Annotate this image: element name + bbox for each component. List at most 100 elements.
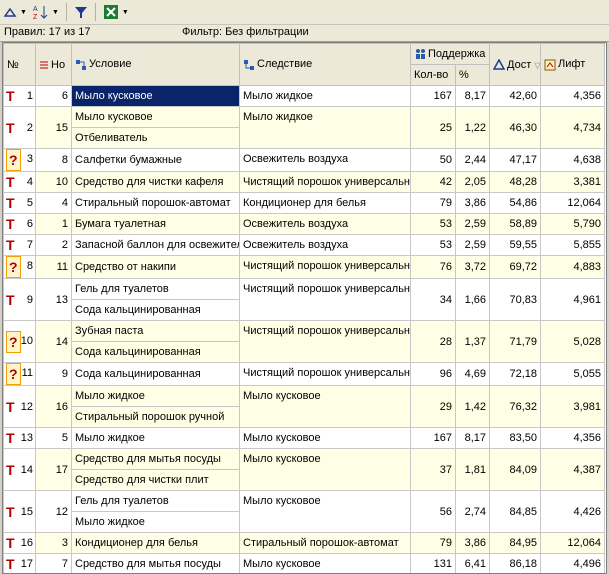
- row-number-cell[interactable]: T5: [3, 192, 36, 214]
- rule-number-cell[interactable]: 13: [35, 278, 72, 321]
- lift-cell[interactable]: 4,734: [540, 106, 606, 149]
- lift-cell[interactable]: 5,055: [540, 362, 606, 386]
- support-count-cell[interactable]: 42: [410, 171, 456, 193]
- row-number-cell[interactable]: T7: [3, 234, 36, 256]
- col-header-confidence[interactable]: Дост ▽: [489, 43, 542, 86]
- table-row[interactable]: T 9 13 Гель для туалетов Сода кальцинированн…: [3, 278, 606, 321]
- rule-number-cell[interactable]: 11: [35, 255, 72, 279]
- confidence-cell[interactable]: 83,50: [489, 427, 542, 449]
- table-row[interactable]: T 1 6 Мыло кусковое Мыло жидкое 167 8,17 42,60 4…: [3, 85, 606, 107]
- consequence-cell[interactable]: Чистящий порошок универсальн: [239, 320, 411, 363]
- confidence-cell[interactable]: 86,18: [489, 553, 542, 573]
- confidence-cell[interactable]: 70,83: [489, 278, 542, 321]
- row-number-cell[interactable]: T6: [3, 213, 36, 235]
- col-header-lift[interactable]: Лифт: [540, 43, 606, 86]
- row-number-cell[interactable]: ? 3: [3, 148, 36, 172]
- confidence-cell[interactable]: 42,60: [489, 85, 542, 107]
- export-excel-button[interactable]: ▼: [100, 2, 132, 22]
- consequence-cell[interactable]: Мыло кусковое: [239, 427, 411, 449]
- table-row[interactable]: T 2 15 Мыло кусковое Отбеливатель Мыло жидкое…: [3, 106, 606, 149]
- rule-number-cell[interactable]: 4: [35, 192, 72, 214]
- condition-cell[interactable]: Сода кальцинированная: [71, 362, 240, 386]
- support-count-cell[interactable]: 56: [410, 490, 456, 533]
- consequence-cell[interactable]: Мыло жидкое: [239, 106, 411, 149]
- lift-cell[interactable]: 4,426: [540, 490, 606, 533]
- support-percent-cell[interactable]: 1,66: [454, 278, 491, 321]
- confidence-cell[interactable]: 71,79: [489, 320, 542, 363]
- support-percent-cell[interactable]: 3,86: [454, 192, 491, 214]
- table-row[interactable]: T 7 2 Запасной баллон для освежител Освежите…: [3, 234, 606, 256]
- support-percent-cell[interactable]: 1,81: [454, 448, 491, 491]
- condition-cell[interactable]: Средство для мытья посуды: [71, 553, 240, 573]
- condition-cell[interactable]: Запасной баллон для освежител: [71, 234, 240, 256]
- support-count-cell[interactable]: 28: [410, 320, 456, 363]
- rule-number-cell[interactable]: 1: [35, 213, 72, 235]
- table-row[interactable]: T 14 17 Средство для мытья посуды Средство д…: [3, 448, 606, 491]
- condition-cell[interactable]: Средство от накипи: [71, 255, 240, 279]
- support-percent-cell[interactable]: 3,86: [454, 532, 491, 554]
- table-row[interactable]: T 4 10 Средство для чистки кафеля Чистящий п…: [3, 171, 606, 193]
- support-count-cell[interactable]: 53: [410, 213, 456, 235]
- condition-cell[interactable]: Стиральный порошок-автомат: [71, 192, 240, 214]
- rule-number-cell[interactable]: 3: [35, 532, 72, 554]
- row-number-cell[interactable]: T 12: [3, 385, 36, 428]
- confidence-cell[interactable]: 48,28: [489, 171, 542, 193]
- support-percent-cell[interactable]: 2,44: [454, 148, 491, 172]
- col-header-count[interactable]: Кол-во: [410, 64, 456, 86]
- rule-number-cell[interactable]: 6: [35, 85, 72, 107]
- support-percent-cell[interactable]: 2,59: [454, 213, 491, 235]
- consequence-cell[interactable]: Мыло кусковое: [239, 385, 411, 428]
- support-count-cell[interactable]: 131: [410, 553, 456, 573]
- condition-cell[interactable]: Кондиционер для белья: [71, 532, 240, 554]
- lift-cell[interactable]: 4,387: [540, 448, 606, 491]
- rule-number-cell[interactable]: 12: [35, 490, 72, 533]
- row-number-cell[interactable]: T9: [3, 278, 36, 321]
- row-number-cell[interactable]: T2: [3, 106, 36, 149]
- support-percent-cell[interactable]: 8,17: [454, 427, 491, 449]
- table-row[interactable]: T 12 16 Мыло жидкое Стиральный порошок ручно…: [3, 385, 606, 428]
- lift-cell[interactable]: 4,356: [540, 427, 606, 449]
- consequence-cell[interactable]: Стиральный порошок-автомат: [239, 532, 411, 554]
- support-count-cell[interactable]: 29: [410, 385, 456, 428]
- row-number-cell[interactable]: T 15: [3, 490, 36, 533]
- confidence-cell[interactable]: 84,09: [489, 448, 542, 491]
- filter-button[interactable]: [71, 2, 91, 22]
- support-percent-cell[interactable]: 1,42: [454, 385, 491, 428]
- lift-cell[interactable]: 3,381: [540, 171, 606, 193]
- condition-cell[interactable]: Бумага туалетная: [71, 213, 240, 235]
- lift-cell[interactable]: 4,961: [540, 278, 606, 321]
- confidence-cell[interactable]: 46,30: [489, 106, 542, 149]
- table-row[interactable]: T 6 1 Бумага туалетная Освежитель воздуха 53 2…: [3, 213, 606, 235]
- table-row[interactable]: ? 8 11 Средство от накипи Чистящий порошок у…: [3, 255, 606, 279]
- support-percent-cell[interactable]: 8,17: [454, 85, 491, 107]
- consequence-cell[interactable]: Мыло жидкое: [239, 85, 411, 107]
- support-percent-cell[interactable]: 4,69: [454, 362, 491, 386]
- support-count-cell[interactable]: 167: [410, 427, 456, 449]
- confidence-cell[interactable]: 59,55: [489, 234, 542, 256]
- col-header-rule-no[interactable]: Но: [35, 43, 72, 86]
- condition-cell[interactable]: Салфетки бумажные: [71, 148, 240, 172]
- support-count-cell[interactable]: 53: [410, 234, 456, 256]
- consequence-cell[interactable]: Чистящий порошок универсальн: [239, 362, 411, 386]
- rule-number-cell[interactable]: 15: [35, 106, 72, 149]
- support-percent-cell[interactable]: 2,05: [454, 171, 491, 193]
- consequence-cell[interactable]: Мыло кусковое: [239, 553, 411, 573]
- consequence-cell[interactable]: Освежитель воздуха: [239, 234, 411, 256]
- support-percent-cell[interactable]: 2,59: [454, 234, 491, 256]
- rule-number-cell[interactable]: 14: [35, 320, 72, 363]
- condition-cell[interactable]: Средство для мытья посуды Средство для чи…: [71, 448, 240, 491]
- condition-cell[interactable]: Гель для туалетов Сода кальцинированная: [71, 278, 240, 321]
- support-count-cell[interactable]: 96: [410, 362, 456, 386]
- condition-cell[interactable]: Мыло кусковое Отбеливатель: [71, 106, 240, 149]
- confidence-cell[interactable]: 58,89: [489, 213, 542, 235]
- row-number-cell[interactable]: ? 8: [3, 255, 36, 279]
- support-percent-cell[interactable]: 6,41: [454, 553, 491, 573]
- support-percent-cell[interactable]: 3,72: [454, 255, 491, 279]
- table-row[interactable]: T 5 4 Стиральный порошок-автомат Кондиционер…: [3, 192, 606, 214]
- row-number-cell[interactable]: T1: [3, 85, 36, 107]
- table-row[interactable]: T 16 3 Кондиционер для белья Стиральный поро…: [3, 532, 606, 554]
- support-percent-cell[interactable]: 1,37: [454, 320, 491, 363]
- consequence-cell[interactable]: Чистящий порошок универсальн: [239, 255, 411, 279]
- consequence-cell[interactable]: Мыло кусковое: [239, 448, 411, 491]
- confidence-cell[interactable]: 47,17: [489, 148, 542, 172]
